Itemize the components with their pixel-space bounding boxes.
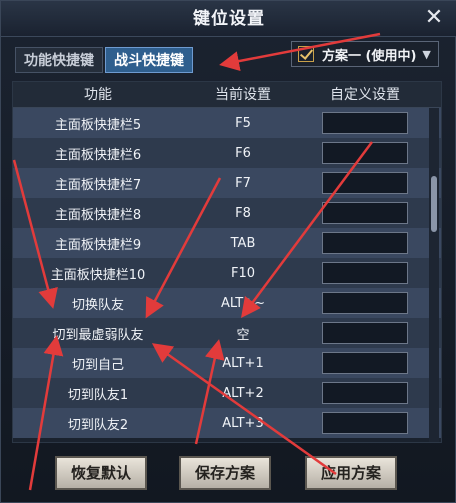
row-current-key: 空 — [236, 327, 250, 343]
table-row: 主面板快捷栏7 F7 — [13, 168, 441, 198]
row-current-key: ALT+3 — [222, 415, 264, 431]
window-title: 键位设置 — [193, 9, 265, 29]
tab-function-hotkeys[interactable]: 功能快捷键 — [15, 47, 103, 73]
chevron-down-icon: ▼ — [422, 47, 431, 61]
tab-combat-hotkeys[interactable]: 战斗快捷键 — [105, 47, 193, 73]
reset-default-button[interactable]: 恢复默认 — [55, 456, 147, 490]
row-function: 切换队友 — [71, 297, 124, 313]
header-function: 功能 — [84, 87, 112, 103]
row-current-key: F8 — [235, 205, 251, 221]
custom-key-input[interactable] — [322, 292, 408, 314]
row-function: 主面板快捷栏9 — [54, 237, 142, 253]
keybind-table: 功能 当前设置 自定义设置 主面板快捷栏5 F5 主面板快捷栏6 F6 主面板快… — [12, 81, 442, 443]
table-row: 主面板快捷栏10 F10 — [13, 258, 441, 288]
row-function: 切到最虚弱队友 — [52, 327, 144, 343]
row-function: 主面板快捷栏8 — [54, 207, 142, 223]
table-row: 主面板快捷栏9 TAB — [13, 228, 441, 258]
tab-bar: 功能快捷键 战斗快捷键 — [15, 47, 195, 73]
scheme-select[interactable]: 方案一 (使用中) ▼ — [291, 41, 439, 67]
custom-key-input[interactable] — [322, 232, 408, 254]
row-current-key: F7 — [235, 175, 251, 191]
title-bar: 键位设置 ✕ — [1, 1, 456, 37]
custom-key-input[interactable] — [322, 202, 408, 224]
custom-key-input[interactable] — [322, 112, 408, 134]
row-function: 切到队友2 — [67, 417, 129, 433]
scrollbar-thumb[interactable] — [431, 176, 437, 232]
close-icon[interactable]: ✕ — [421, 5, 447, 31]
save-scheme-button[interactable]: 保存方案 — [179, 456, 271, 490]
header-current: 当前设置 — [215, 87, 271, 103]
row-function: 主面板快捷栏5 — [54, 117, 142, 133]
custom-key-input[interactable] — [322, 322, 408, 344]
header-custom: 自定义设置 — [330, 87, 400, 103]
table-header: 功能 当前设置 自定义设置 — [13, 82, 441, 108]
apply-scheme-button[interactable]: 应用方案 — [305, 456, 397, 490]
table-row: 切换队友 ALT+~ — [13, 288, 441, 318]
row-function: 主面板快捷栏6 — [54, 147, 142, 163]
table-row: 切到队友1 ALT+2 — [13, 378, 441, 408]
custom-key-input[interactable] — [322, 382, 408, 404]
row-current-key: F10 — [230, 265, 256, 281]
row-current-key: ALT+1 — [222, 355, 264, 371]
table-row: 切到队友2 ALT+3 — [13, 408, 441, 438]
custom-key-input[interactable] — [322, 262, 408, 284]
row-function: 切到自己 — [71, 357, 124, 373]
table-row: 主面板快捷栏5 F5 — [13, 108, 441, 138]
custom-key-input[interactable] — [322, 172, 408, 194]
row-current-key: ALT+~ — [220, 295, 266, 311]
row-function: 主面板快捷栏10 — [50, 267, 146, 283]
table-row: 主面板快捷栏6 F6 — [13, 138, 441, 168]
custom-key-input[interactable] — [322, 352, 408, 374]
custom-key-input[interactable] — [322, 142, 408, 164]
scheme-label: 方案一 (使用中) — [322, 48, 417, 64]
row-function: 主面板快捷栏7 — [54, 177, 142, 193]
table-row: 主面板快捷栏8 F8 — [13, 198, 441, 228]
row-function: 切到队友1 — [67, 387, 129, 403]
row-current-key: TAB — [230, 235, 256, 251]
row-current-key: F5 — [235, 115, 251, 131]
table-body: 主面板快捷栏5 F5 主面板快捷栏6 F6 主面板快捷栏7 F7 主面板快捷栏8… — [13, 108, 441, 438]
table-row: 切到最虚弱队友 空 — [13, 318, 441, 348]
custom-key-input[interactable] — [322, 412, 408, 434]
row-current-key: F6 — [235, 145, 251, 161]
scrollbar[interactable] — [429, 108, 439, 442]
keybind-settings-window: 键位设置 ✕ 功能快捷键 战斗快捷键 方案一 (使用中) ▼ 功能 当前设置 自… — [0, 0, 456, 503]
checkbox-icon — [298, 46, 314, 62]
row-current-key: ALT+2 — [222, 385, 264, 401]
table-row: 切到自己 ALT+1 — [13, 348, 441, 378]
